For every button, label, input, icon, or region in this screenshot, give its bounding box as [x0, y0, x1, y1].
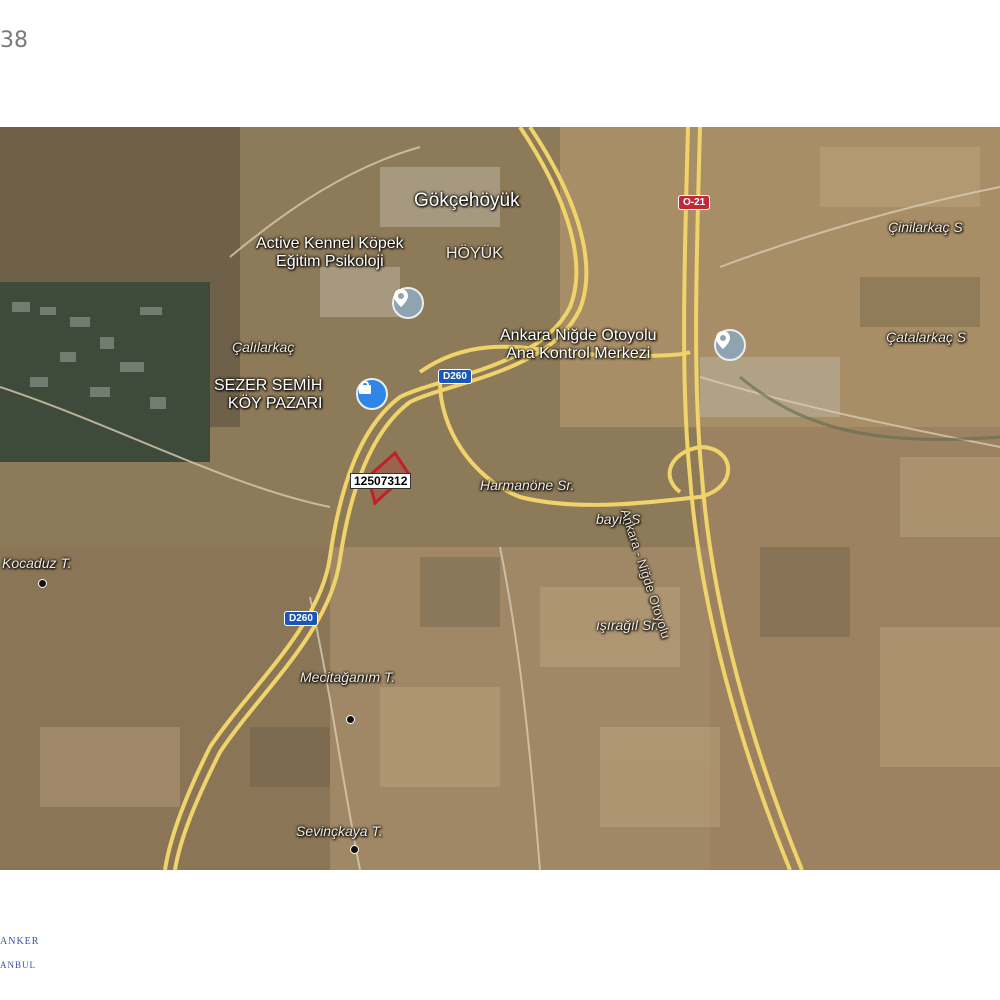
isiragil-label: ışırağıl Sr. [596, 617, 660, 633]
map-terrain [0, 127, 1000, 870]
control-center-label: Ankara Niğde Otoyolu Ana Kontrol Merkezi [500, 327, 657, 362]
road-shield-d260: D260 [284, 611, 318, 626]
footer-watermark-line2: ANBUL [0, 960, 36, 970]
peak-marker-icon [350, 845, 359, 854]
location-pin-icon[interactable] [392, 287, 424, 319]
mecitaganim-label: Mecitağanım T. [300, 669, 396, 685]
footer-watermark-line1: ANKER [0, 936, 40, 947]
road-shield-d260: D260 [438, 369, 472, 384]
kennel-label: Active Kennel Köpek Eğitim Psikoloji [256, 235, 404, 270]
parcel-number-label: 12507312 [350, 473, 412, 489]
catalarkac-label: Çatalarkaç S [886, 329, 967, 345]
page-number: 38 [0, 28, 28, 53]
peak-marker-icon [346, 715, 355, 724]
town-label: Gökçehöyük [414, 190, 520, 211]
peak-marker-icon [38, 579, 47, 588]
calilarkac-label: Çalılarkaç [232, 339, 295, 355]
cinilarkac-label: Çinilarkaç S [888, 219, 963, 235]
satellite-map[interactable]: Gökçehöyük HÖYÜK Active Kennel Köpek Eği… [0, 127, 1000, 870]
location-pin-icon[interactable] [714, 329, 746, 361]
harmanone-label: Harmanöne Sr. [480, 477, 575, 493]
kocaduz-label: Kocaduz T. [2, 555, 72, 571]
road-shield-o21: O-21 [678, 195, 711, 210]
sevinckaya-label: Sevinçkaya T. [296, 823, 383, 839]
town-overlay-label: HÖYÜK [446, 245, 503, 262]
market-label: SEZER SEMİH KÖY PAZARI [214, 377, 323, 412]
shopping-bag-pin-icon[interactable] [356, 378, 388, 410]
